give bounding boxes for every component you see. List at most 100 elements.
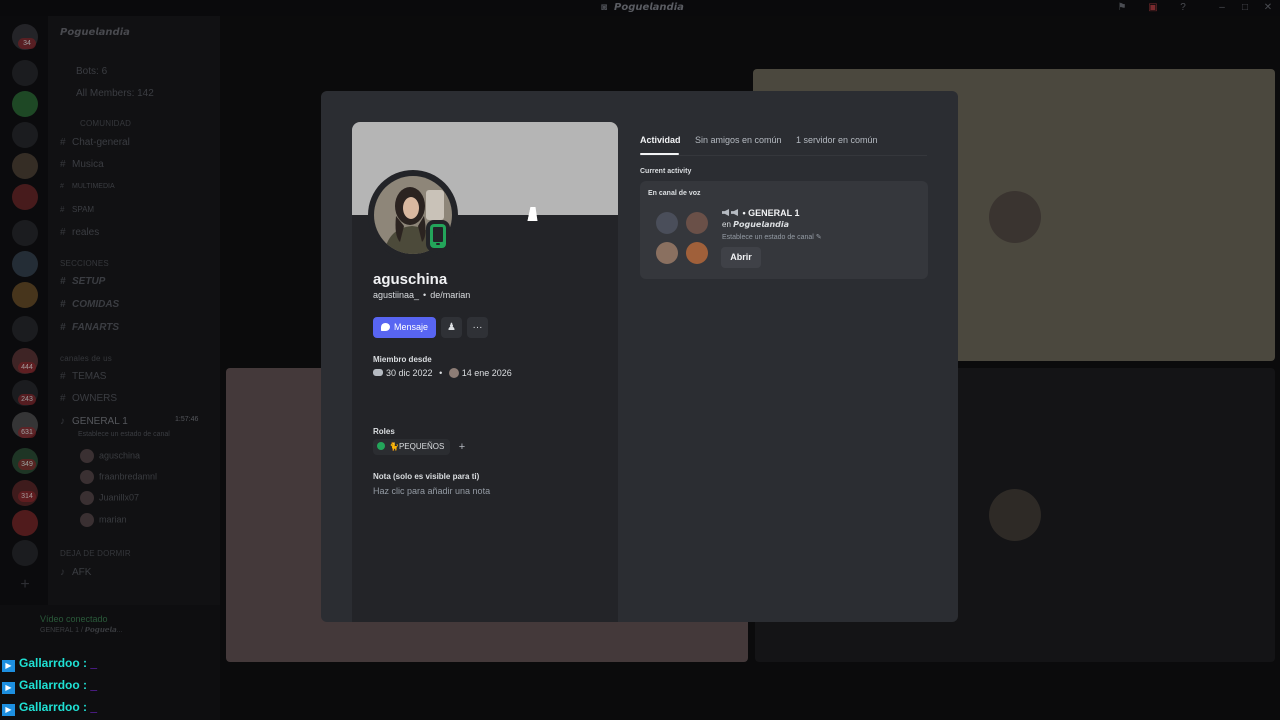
note-input[interactable]: Haz clic para añadir una nota: [373, 486, 490, 496]
tab-mutual-friends[interactable]: Sin amigos en común: [695, 135, 782, 145]
unread-badge: 243: [18, 394, 36, 405]
voice-user[interactable]: fraanbredamnl: [80, 470, 157, 484]
voice-channel-status: Establece un estado de canal ✎: [722, 234, 822, 241]
channel-chat-general[interactable]: Chat-general: [72, 137, 130, 148]
channel-setup[interactable]: SETUP: [72, 276, 105, 287]
roles-label: Roles: [373, 427, 395, 436]
tab-mutual-servers[interactable]: 1 servidor en común: [796, 135, 878, 145]
voice-server-name: 𝙋𝙤𝙜𝙪𝙚𝙡𝙖𝙣𝙙𝙞𝙖: [733, 220, 790, 229]
unread-badge: 349: [18, 459, 36, 470]
server-icon[interactable]: [12, 251, 38, 277]
minimize-icon[interactable]: –: [1216, 2, 1228, 13]
speaker-icon: [731, 209, 738, 216]
member-since-row: 30 dic 2022 • 14 ene 2026: [373, 368, 512, 378]
chat-bubble-icon: [381, 323, 390, 331]
server-icon[interactable]: [12, 60, 38, 86]
twitch-icon: ▶: [2, 704, 15, 716]
server-join-date: 14 ene 2026: [461, 368, 512, 378]
pencil-icon[interactable]: ✎: [816, 234, 822, 241]
server-icon[interactable]: [12, 153, 38, 179]
channel-reales[interactable]: reales: [72, 227, 99, 238]
discord-join-date: 30 dic 2022: [386, 368, 433, 378]
message-button[interactable]: Mensaje: [373, 317, 436, 338]
username: agustiinaa_: [373, 290, 420, 300]
pronouns: de/marian: [430, 290, 471, 300]
server-icon[interactable]: [12, 282, 38, 308]
voice-user[interactable]: Juanillx07: [80, 491, 139, 505]
help-icon[interactable]: ?: [1177, 2, 1189, 13]
chat-line: ▶ Gallarrdoo : _: [2, 656, 97, 672]
activity-card: En canal de voz • GENERAL 1 en 𝙋𝙤𝙜𝙪𝙚𝙡𝙖𝙣𝙙…: [640, 181, 928, 279]
server-rail: 34 444 243 631 349 314 +: [0, 16, 48, 656]
maximize-icon[interactable]: □: [1239, 2, 1251, 13]
inbox-icon[interactable]: ⚑: [1116, 2, 1128, 13]
channel-fanarts[interactable]: FANARTS: [72, 322, 119, 333]
server-name[interactable]: 𝙋𝙤𝙜𝙪𝙚𝙡𝙖𝙣𝙙𝙞𝙖: [60, 27, 130, 38]
add-server-icon[interactable]: +: [12, 572, 38, 598]
avatar: [656, 242, 678, 264]
channel-owners[interactable]: OWNERS: [72, 393, 117, 404]
stat-channel[interactable]: All Members: 142: [76, 88, 154, 99]
note-label: Nota (solo es visible para ti): [373, 472, 480, 481]
voice-timer: 1:57:46: [175, 416, 199, 423]
display-name: aguschina: [373, 271, 448, 288]
server-icon[interactable]: [12, 510, 38, 536]
channel-status: Establece un estado de canal: [78, 431, 170, 438]
avatar: [989, 489, 1041, 541]
role-chip[interactable]: 🐈PEQUEÑOS: [373, 439, 451, 455]
mobile-status-icon: [426, 220, 450, 252]
twitch-icon: ▶: [2, 660, 15, 672]
avatar: [686, 212, 708, 234]
more-button[interactable]: ···: [467, 317, 488, 338]
tab-activity[interactable]: Actividad: [640, 135, 681, 145]
server-icon[interactable]: [12, 220, 38, 246]
avatar: [686, 242, 708, 264]
voice-channel-general1[interactable]: ♪ GENERAL 1 1:57:46: [60, 416, 198, 427]
channel-temas[interactable]: TEMAS: [72, 371, 106, 382]
channel-spam[interactable]: SPAM: [72, 205, 94, 214]
unread-badge: 34: [18, 38, 36, 49]
tab-indicator: [640, 153, 679, 155]
title-bar: ◙ 𝙋𝙤𝙜𝙪𝙚𝙡𝙖𝙣𝙙𝙞𝙖 ⚑ ▣ ? – □ ✕: [0, 0, 1280, 16]
server-icon[interactable]: [12, 540, 38, 566]
channel-multimedia[interactable]: MULTIMEDIA: [72, 183, 115, 190]
channel-comidas[interactable]: COMIDAS: [72, 299, 119, 310]
server-icon: ◙: [600, 2, 608, 13]
screen-share-icon[interactable]: ▣: [1147, 2, 1159, 13]
channel-sidebar: 𝙋𝙤𝙜𝙪𝙚𝙡𝙖𝙣𝙙𝙞𝙖 Bots: 6 All Members: 142 COM…: [48, 16, 220, 656]
username-row: agustiinaa_ • de/marian: [373, 290, 471, 300]
twitch-icon: ▶: [2, 682, 15, 694]
divider: [640, 155, 927, 156]
avatar: [989, 191, 1041, 243]
add-role-button[interactable]: +: [455, 439, 469, 455]
discord-icon: [373, 369, 383, 376]
open-button[interactable]: Abrir: [721, 247, 761, 268]
server-icon[interactable]: [12, 122, 38, 148]
stat-channel[interactable]: Bots: 6: [76, 66, 107, 77]
voice-user[interactable]: marian: [80, 513, 127, 527]
server-icon[interactable]: [12, 316, 38, 342]
unread-badge: 314: [18, 491, 36, 502]
add-friend-button[interactable]: ♟: [441, 317, 462, 338]
server-icon[interactable]: [12, 184, 38, 210]
category-comunidad[interactable]: COMUNIDAD: [80, 119, 131, 128]
voice-card-title: En canal de voz: [648, 190, 701, 197]
category-canales[interactable]: canales de us: [60, 354, 112, 363]
voice-server-row: en 𝙋𝙤𝙜𝙪𝙚𝙡𝙖𝙣𝙙𝙞𝙖: [722, 220, 790, 229]
server-icon[interactable]: [12, 91, 38, 117]
more-icon: ···: [472, 322, 483, 333]
category-secciones[interactable]: SECCIONES: [60, 259, 109, 268]
chat-line: ▶ Gallarrdoo : _: [2, 678, 97, 694]
channel-musica[interactable]: Musica: [72, 159, 104, 170]
voice-user[interactable]: aguschina: [80, 449, 140, 463]
category-deja[interactable]: DEJA DE DORMIR: [60, 549, 131, 558]
channel-afk[interactable]: AFK: [72, 567, 91, 578]
close-icon[interactable]: ✕: [1262, 2, 1274, 13]
user-profile-modal: aguschina agustiinaa_ • de/marian Mensaje …: [321, 91, 958, 622]
window-title: 𝙋𝙤𝙜𝙪𝙚𝙡𝙖𝙣𝙙𝙞𝙖: [614, 2, 684, 13]
profile-card: aguschina agustiinaa_ • de/marian Mensaje …: [352, 122, 618, 622]
voice-status: Vídeo conectado: [40, 614, 108, 624]
voice-sub: GENERAL 1 / 𝙋𝙤𝙜𝙪𝙚𝙡𝙖...: [40, 627, 123, 634]
speaker-icon: [722, 209, 729, 216]
role-color-dot: [377, 442, 385, 450]
